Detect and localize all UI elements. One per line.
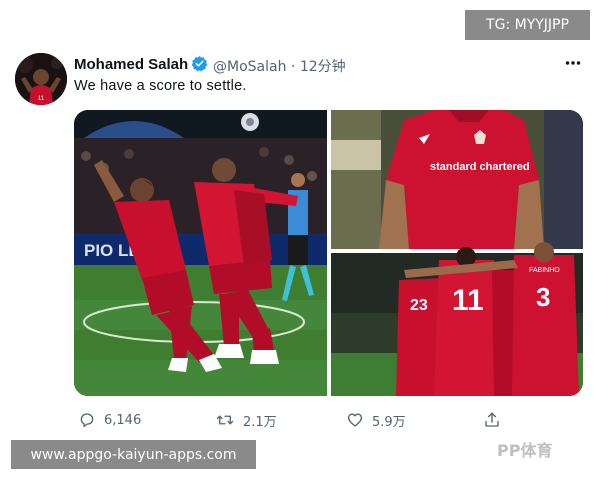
share-button[interactable] xyxy=(483,409,501,431)
retweet-button[interactable]: 2.1万 xyxy=(215,409,277,431)
verified-badge-icon xyxy=(191,56,208,72)
tweet-text: We have a score to settle. xyxy=(74,78,247,94)
author-name[interactable]: Mohamed Salah xyxy=(74,56,188,73)
shirt-number-11: 11 xyxy=(452,284,484,317)
retweet-count: 2.1万 xyxy=(243,414,277,430)
shirt-number-3: 3 xyxy=(536,282,550,312)
retweet-icon xyxy=(216,415,234,425)
shirt-number-23: 23 xyxy=(410,297,428,314)
tweet-card[interactable]: 11 Mohamed Salah @MoSalah · 12分钟 We have… xyxy=(5,45,595,460)
more-horizontal-icon[interactable] xyxy=(565,55,581,76)
shirt-name-fabinho: FABINHO xyxy=(529,267,560,274)
tweet-time[interactable]: 12分钟 xyxy=(300,59,346,75)
heart-icon xyxy=(347,413,363,427)
pp-sports-watermark: PP体育 xyxy=(497,441,553,460)
url-watermark-badge: www.appgo-kaiyun-apps.com xyxy=(11,440,256,469)
author-handle-line: @MoSalah · 12分钟 xyxy=(213,56,346,76)
tg-watermark-badge: TG: MYYJJPP xyxy=(465,10,590,40)
reply-count: 6,146 xyxy=(104,412,142,428)
tweet-media-grid: PIO LEAGU standard chartered 23 11 FABIN… xyxy=(74,110,583,396)
share-icon xyxy=(485,412,499,427)
photo-bottom-right[interactable]: 23 11 FABINHO 3 xyxy=(331,242,583,396)
avatar[interactable]: 11 xyxy=(15,53,67,105)
photo-top-right[interactable]: standard chartered xyxy=(331,110,583,249)
sponsor-text: standard chartered xyxy=(430,161,530,173)
like-button[interactable]: 5.9万 xyxy=(346,409,406,431)
reply-button[interactable]: 6,146 xyxy=(78,409,141,431)
separator-dot: · xyxy=(290,59,296,75)
reply-icon xyxy=(80,413,94,428)
like-count: 5.9万 xyxy=(372,414,406,430)
photo-left[interactable]: PIO LEAGU xyxy=(74,110,327,396)
author-handle[interactable]: @MoSalah xyxy=(213,59,286,75)
svg-text:11: 11 xyxy=(38,96,45,102)
